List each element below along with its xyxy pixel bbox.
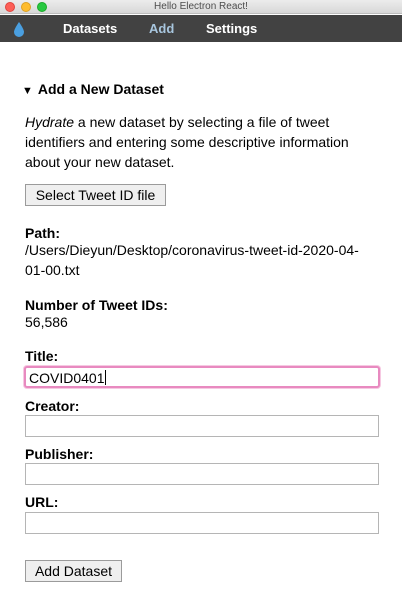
url-label: URL:: [25, 494, 59, 510]
nav-tab-settings[interactable]: Settings: [206, 21, 257, 37]
title-label: Title:: [25, 348, 59, 364]
nav-tab-add[interactable]: Add: [149, 21, 174, 37]
water-drop-icon[interactable]: [13, 21, 25, 37]
nav-tab-datasets[interactable]: Datasets: [63, 21, 117, 37]
top-navbar: Datasets Add Settings: [0, 15, 402, 42]
creator-label: Creator:: [25, 398, 80, 414]
window-titlebar[interactable]: Hello Electron React!: [0, 0, 402, 14]
add-dataset-section-toggle[interactable]: ▼ Add a New Dataset: [22, 80, 164, 100]
window-title: Hello Electron React!: [154, 1, 248, 12]
tweet-count-value: 56,586: [25, 314, 68, 330]
path-value: /Users/Dieyun/Desktop/coronavirus-tweet-…: [25, 242, 359, 278]
publisher-label: Publisher:: [25, 446, 94, 462]
url-input[interactable]: [25, 512, 379, 534]
intro-text: Hydrate a new dataset by selecting a fil…: [25, 112, 380, 172]
add-dataset-button[interactable]: Add Dataset: [25, 560, 122, 582]
select-tweet-id-file-button[interactable]: Select Tweet ID file: [25, 184, 166, 206]
text-caret: [105, 370, 107, 385]
intro-emphasis: Hydrate: [25, 114, 75, 130]
title-input[interactable]: COVID0401: [24, 366, 380, 388]
title-input-value: COVID0401: [29, 370, 105, 386]
creator-input[interactable]: [25, 415, 379, 437]
publisher-input[interactable]: [25, 463, 379, 485]
triangle-down-icon: ▼: [22, 85, 33, 97]
section-heading-text: Add a New Dataset: [37, 81, 164, 97]
intro-rest: a new dataset by selecting a file of twe…: [25, 114, 349, 170]
